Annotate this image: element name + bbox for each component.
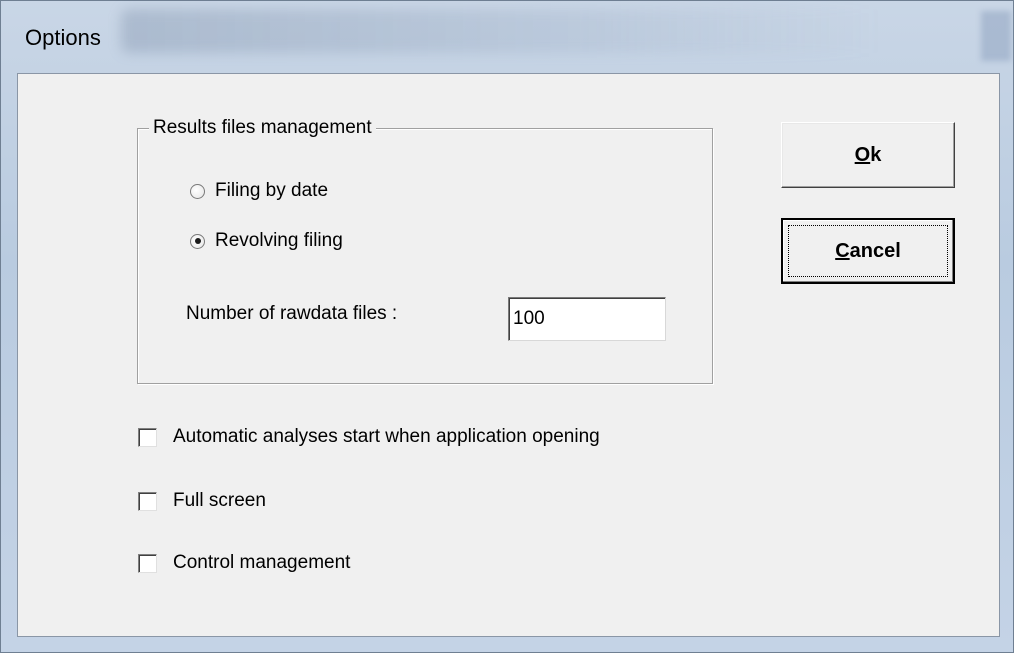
dialog-client-area: Results files management Filing by date … [17, 73, 1000, 637]
checkbox-control-management[interactable]: Control management [138, 551, 350, 575]
title-bar[interactable]: Options [1, 1, 1013, 73]
options-dialog: Options Results files management Filing … [0, 0, 1014, 653]
cancel-label-rest: ancel [849, 239, 901, 262]
radio-label: Filing by date [215, 180, 329, 201]
ok-button-label: Ok [855, 144, 882, 167]
results-files-groupbox: Results files management Filing by date … [137, 117, 713, 384]
rawdata-files-input[interactable] [508, 297, 666, 341]
cancel-accelerator: C [835, 239, 850, 262]
radio-filing-by-date[interactable]: Filing by date [190, 179, 328, 203]
checkbox-full-screen[interactable]: Full screen [138, 489, 266, 513]
radio-revolving-filing[interactable]: Revolving filing [190, 229, 343, 253]
radio-button-selected-icon[interactable] [190, 233, 205, 249]
radio-dot-icon [194, 238, 201, 244]
checkbox-box[interactable] [138, 491, 157, 511]
checkbox-label: Automatic analyses start when applicatio… [173, 426, 600, 447]
ok-button[interactable]: Ok [781, 122, 955, 188]
window-title: Options [25, 25, 101, 50]
ok-accelerator: O [854, 143, 871, 166]
checkbox-label: Full screen [173, 490, 266, 511]
blurred-background [121, 9, 881, 53]
radio-button-icon[interactable] [190, 183, 205, 199]
ok-label-rest: k [870, 143, 882, 166]
checkbox-automatic-analyses[interactable]: Automatic analyses start when applicatio… [138, 425, 600, 449]
cancel-button-label: Cancel [835, 240, 901, 263]
checkbox-label: Control management [173, 552, 351, 573]
checkbox-box[interactable] [138, 553, 157, 573]
rawdata-files-label: Number of rawdata files : [186, 303, 398, 324]
blurred-background-edge [981, 11, 1011, 61]
radio-label: Revolving filing [215, 230, 343, 251]
checkbox-box[interactable] [138, 427, 157, 447]
groupbox-legend: Results files management [149, 117, 376, 139]
cancel-button[interactable]: Cancel [781, 218, 955, 284]
